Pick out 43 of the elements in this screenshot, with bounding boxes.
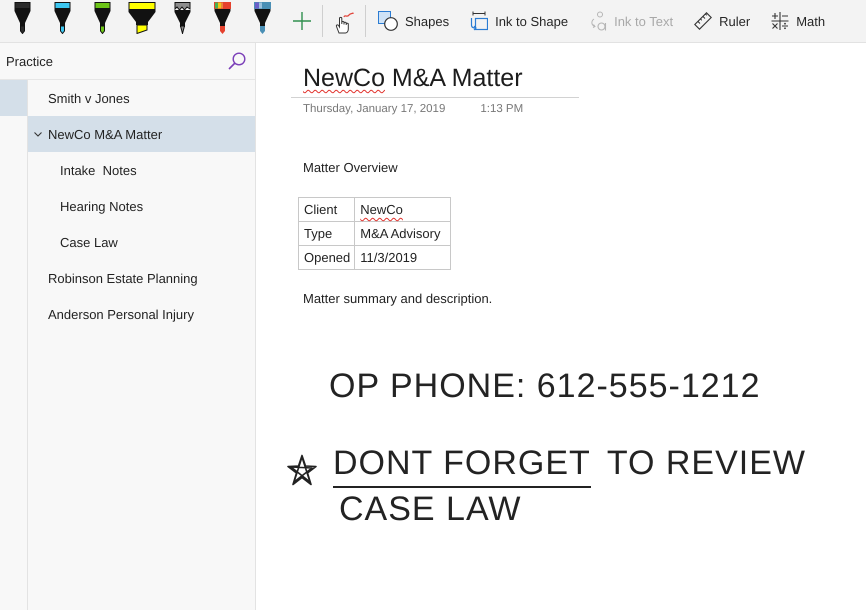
subpage-item[interactable]: Hearing Notes bbox=[28, 188, 255, 224]
handwritten-text: OP PHONE: 612-555-1212 bbox=[329, 369, 760, 403]
pen-icon[interactable] bbox=[94, 2, 110, 34]
math-icon bbox=[771, 12, 790, 30]
text-convert-icon bbox=[589, 11, 608, 31]
pen-icon[interactable] bbox=[14, 2, 30, 34]
shape-convert-icon bbox=[470, 11, 488, 31]
table-cell: NewCo bbox=[354, 198, 451, 222]
table-cell: Type bbox=[298, 222, 355, 246]
page-title: NewCo M&A Matter bbox=[303, 63, 523, 93]
page-time: 1:13 PM bbox=[480, 102, 524, 117]
handwritten-text: DONT FORGET bbox=[333, 446, 591, 488]
toolbar-button[interactable]: Ruler bbox=[690, 6, 754, 36]
chevron-icon[interactable] bbox=[34, 130, 42, 138]
table-cell: 11/3/2019 bbox=[354, 246, 451, 270]
subpage-item[interactable]: Intake Notes bbox=[28, 152, 255, 188]
toolbar-button[interactable]: Shapes bbox=[374, 5, 454, 37]
page-item[interactable]: Anderson Personal Injury bbox=[28, 296, 255, 332]
subpage-item[interactable]: Case Law bbox=[28, 224, 255, 260]
summary-text: Matter summary and description. bbox=[303, 290, 492, 308]
notebook-title: Practice bbox=[6, 54, 53, 68]
toolbar-button[interactable]: Math bbox=[767, 6, 830, 36]
page-item[interactable]: Robinson Estate Planning bbox=[28, 260, 255, 296]
table-cell: Client bbox=[298, 198, 355, 222]
galaxy-pen-icon[interactable] bbox=[254, 2, 270, 34]
hand-pointer-icon[interactable] bbox=[334, 12, 354, 34]
table-cell: M&A Advisory bbox=[354, 222, 451, 246]
page-item[interactable]: NewCo M&A Matter bbox=[28, 116, 255, 152]
handwritten-text: CASE LAW bbox=[339, 492, 522, 526]
search-icon[interactable] bbox=[228, 52, 246, 70]
pencil-icon[interactable] bbox=[174, 2, 190, 34]
page-item[interactable]: Smith v Jones bbox=[28, 80, 255, 116]
highlighter-icon[interactable] bbox=[128, 2, 156, 34]
section-heading: Matter Overview bbox=[303, 159, 398, 177]
ruler-icon bbox=[694, 12, 712, 30]
page-date: Thursday, January 17, 2019 bbox=[303, 102, 446, 117]
rainbow-pen-icon[interactable] bbox=[214, 2, 230, 34]
shapes-icon bbox=[378, 11, 398, 31]
pen-icon[interactable] bbox=[54, 2, 70, 34]
add-icon[interactable] bbox=[293, 12, 311, 30]
table-cell: Opened bbox=[298, 246, 355, 270]
toolbar-button[interactable]: Ink to Shape bbox=[466, 5, 572, 37]
handwritten-text: TO REVIEW bbox=[606, 446, 806, 480]
